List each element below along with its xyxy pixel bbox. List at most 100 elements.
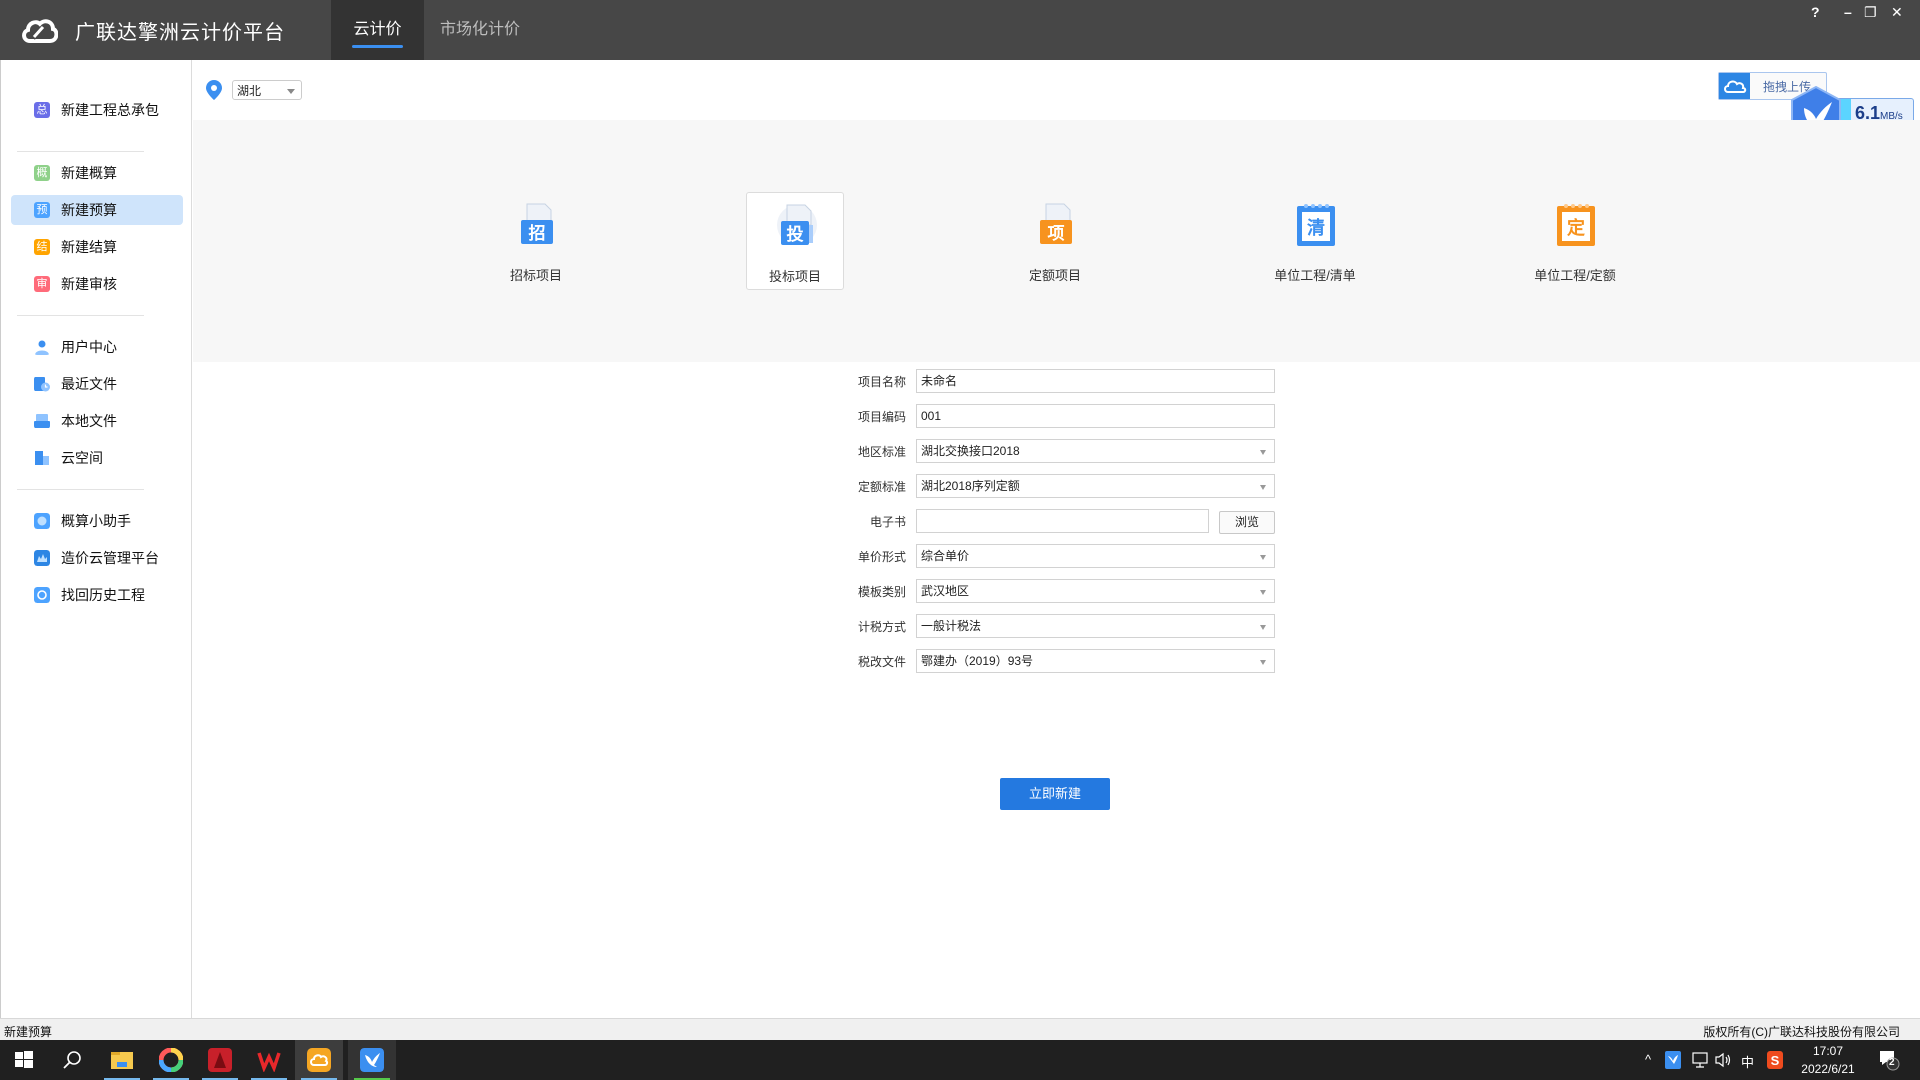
close-button[interactable]: ✕ — [1891, 4, 1903, 21]
tab-cloud-pricing[interactable]: 云计价 — [331, 0, 424, 60]
template-type-label: 模板类别 — [857, 585, 906, 599]
project-type-tender[interactable]: 招 招标项目 — [487, 192, 585, 290]
region-select[interactable]: 湖北 — [232, 80, 302, 100]
xunlei-icon — [360, 1048, 384, 1072]
budget-icon: 预 — [34, 202, 50, 218]
bid-project-icon: 投 — [777, 204, 817, 245]
project-code-input[interactable]: 001 — [916, 404, 1275, 428]
status-bar: 新建预算 版权所有(C)广联达科技股份有限公司 — [0, 1018, 1920, 1040]
sidebar-item-new-epc[interactable]: 总 新建工程总承包 — [11, 95, 183, 125]
cloud-upload-icon — [1719, 73, 1750, 99]
ebook-label: 电子书 — [869, 515, 906, 529]
help-button[interactable]: ? — [1811, 4, 1820, 20]
settlement-icon: 结 — [34, 239, 50, 255]
taskbar-color-app[interactable] — [147, 1040, 195, 1080]
sidebar-item-label: 新建预算 — [61, 202, 117, 218]
quota-standard-select[interactable]: 湖北2018序列定额 — [916, 474, 1275, 498]
unit-quota-icon: 定 — [1557, 204, 1595, 246]
svg-text:清: 清 — [1307, 218, 1325, 238]
cloud-space-icon — [35, 451, 49, 465]
taskbar: ^ 中 S 17:07 2022/6/21 2 — [0, 1040, 1920, 1080]
sidebar-item-user-center[interactable]: 用户中心 — [11, 332, 183, 362]
project-type-unit-quota[interactable]: 定 单位工程/定额 — [1526, 192, 1624, 290]
price-form-select[interactable]: 综合单价 — [916, 544, 1275, 568]
taskbar-autocad[interactable] — [196, 1040, 244, 1080]
card-label: 招标项目 — [509, 268, 562, 283]
card-label: 单位工程/定额 — [1534, 268, 1616, 283]
tab-market-pricing[interactable]: 市场化计价 — [424, 0, 536, 60]
chevron-down-icon — [1260, 485, 1266, 490]
sidebar-item-cloud-space[interactable]: 云空间 — [11, 443, 183, 473]
unit-bill-icon: 清 — [1297, 204, 1335, 246]
restore-button[interactable]: ❐ — [1864, 4, 1877, 21]
autocad-icon — [208, 1048, 232, 1072]
sidebar-item-new-audit[interactable]: 审 新建审核 — [11, 269, 183, 299]
tax-method-select[interactable]: 一般计税法 — [916, 614, 1275, 638]
sidebar-item-estimate-assistant[interactable]: 概算小助手 — [11, 506, 183, 536]
sidebar-item-cost-cloud-platform[interactable]: 造价云管理平台 — [11, 543, 183, 573]
taskbar-xunlei[interactable] — [348, 1040, 396, 1080]
cloud-link-logo-icon — [22, 19, 58, 43]
ime-indicator[interactable]: 中 — [1741, 1052, 1754, 1071]
clock-date: 2022/6/21 — [1801, 1062, 1855, 1076]
taskbar-wps[interactable] — [245, 1040, 293, 1080]
title-bar: 广联达擎洲云计价平台 云计价 市场化计价 ? – ❐ ✕ — [0, 0, 1920, 60]
project-name-label: 项目名称 — [857, 375, 906, 389]
card-label: 投标项目 — [768, 269, 821, 284]
color-wheel-icon — [159, 1048, 183, 1072]
sidebar-item-label: 本地文件 — [61, 413, 117, 429]
sidebar-item-label: 概算小助手 — [61, 513, 131, 529]
network-icon[interactable] — [1690, 1052, 1708, 1068]
local-file-icon — [34, 414, 50, 428]
show-hidden-icons-button[interactable]: ^ — [1645, 1052, 1651, 1067]
sidebar-divider — [17, 489, 144, 490]
sidebar-item-label: 云空间 — [61, 450, 103, 466]
sidebar-divider — [17, 315, 144, 316]
search-button[interactable] — [48, 1040, 96, 1080]
region-select-value: 湖北 — [237, 84, 262, 98]
tax-file-select[interactable]: 鄂建办（2019）93号 — [916, 649, 1275, 673]
sidebar-item-label: 找回历史工程 — [61, 587, 145, 603]
ebook-input[interactable] — [916, 509, 1209, 533]
project-name-input[interactable]: 未命名 — [916, 369, 1275, 393]
create-now-button[interactable]: 立即新建 — [1000, 778, 1110, 810]
copyright-text: 版权所有(C)广联达科技股份有限公司 — [1703, 1025, 1900, 1039]
project-type-bid[interactable]: 投 投标项目 — [746, 192, 844, 290]
sidebar-item-local-files[interactable]: 本地文件 — [11, 406, 183, 436]
sidebar-item-new-settlement[interactable]: 结 新建结算 — [11, 232, 183, 262]
region-standard-value: 湖北交换接口2018 — [921, 444, 1020, 458]
sogou-ime-icon[interactable]: S — [1767, 1051, 1783, 1069]
recent-file-icon — [34, 377, 50, 392]
xunlei-tray-icon[interactable] — [1665, 1051, 1681, 1069]
sidebar: 总 新建工程总承包 概 新建概算 预 新建预算 结 新建结算 审 新建审核 用户… — [0, 60, 192, 1018]
browse-button[interactable]: 浏览 — [1219, 511, 1275, 534]
template-type-select[interactable]: 武汉地区 — [916, 579, 1275, 603]
sidebar-item-label: 新建结算 — [61, 239, 117, 255]
assistant-icon — [34, 513, 50, 529]
card-label: 定额项目 — [1028, 268, 1081, 283]
sidebar-item-recover-history[interactable]: 找回历史工程 — [11, 580, 183, 610]
volume-icon[interactable] — [1714, 1052, 1732, 1068]
minimize-button[interactable]: – — [1844, 4, 1852, 20]
search-icon — [63, 1051, 81, 1069]
project-type-quota[interactable]: 项 定额项目 — [1006, 192, 1104, 290]
audit-icon: 审 — [34, 276, 50, 292]
region-bar — [193, 60, 1920, 120]
sidebar-item-recent-files[interactable]: 最近文件 — [11, 369, 183, 399]
sidebar-divider — [17, 151, 144, 152]
estimate-icon: 概 — [34, 165, 50, 181]
cloud-platform-icon — [34, 550, 50, 566]
start-button[interactable] — [0, 1040, 48, 1080]
taskbar-file-explorer[interactable] — [98, 1040, 146, 1080]
sidebar-item-new-budget[interactable]: 预 新建预算 — [11, 195, 183, 225]
project-type-unit-bill[interactable]: 清 单位工程/清单 — [1266, 192, 1364, 290]
system-clock[interactable]: 17:07 2022/6/21 — [1790, 1042, 1866, 1078]
chevron-down-icon — [1260, 590, 1266, 595]
region-standard-select[interactable]: 湖北交换接口2018 — [916, 439, 1275, 463]
svg-text:S: S — [1771, 1053, 1780, 1068]
svg-text:招: 招 — [529, 223, 546, 243]
location-pin-icon — [206, 80, 222, 100]
sidebar-item-new-estimate[interactable]: 概 新建概算 — [11, 158, 183, 188]
taskbar-glodon-cloud[interactable] — [295, 1040, 343, 1080]
notification-center-button[interactable]: 2 — [1878, 1049, 1900, 1074]
